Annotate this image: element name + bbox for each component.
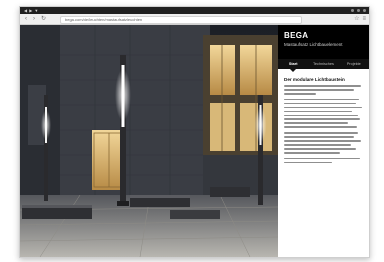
minimize-icon[interactable] bbox=[351, 9, 354, 12]
tab-start[interactable]: Start bbox=[278, 59, 308, 72]
back-icon[interactable]: ‹ bbox=[25, 15, 27, 23]
menu-icon[interactable]: ≡ bbox=[362, 15, 366, 23]
reload-icon[interactable]: ↻ bbox=[41, 15, 46, 23]
info-panel: BEGA Mastaufsatz Lichtbauelement Start T… bbox=[278, 25, 369, 257]
body-text bbox=[284, 85, 364, 164]
address-url: bega.com/de/leuchten/mastaufsatzleuchten bbox=[65, 17, 143, 22]
content-heading: Der modulare Lichtbaustein bbox=[284, 77, 345, 82]
panel-subtitle: Mastaufsatz Lichtbauelement bbox=[284, 42, 343, 47]
monitor-frame: ◀ ▶ ▼ ‹ › ↻ bega.com/de/leuchten/mastauf… bbox=[19, 6, 370, 258]
hero-photo bbox=[20, 25, 278, 257]
brand-logo[interactable]: BEGA bbox=[284, 31, 308, 40]
maximize-icon[interactable] bbox=[357, 9, 360, 12]
panel-content: Der modulare Lichtbaustein bbox=[284, 77, 364, 166]
panel-tabs: Start Technisches Projekte bbox=[278, 59, 369, 72]
address-bar[interactable]: bega.com/de/leuchten/mastaufsatzleuchten bbox=[60, 16, 302, 24]
window-controls[interactable]: ◀ ▶ ▼ bbox=[24, 8, 39, 13]
window-titlebar: ◀ ▶ ▼ bbox=[20, 7, 369, 14]
panel-header: BEGA Mastaufsatz Lichtbauelement bbox=[278, 25, 369, 59]
window-buttons[interactable] bbox=[351, 9, 366, 12]
browser-toolbar: ‹ › ↻ bega.com/de/leuchten/mastaufsatzle… bbox=[20, 14, 369, 25]
tab-projekte[interactable]: Projekte bbox=[339, 59, 369, 69]
browser-tools: ☆ ≡ bbox=[354, 15, 366, 23]
forward-icon[interactable]: › bbox=[33, 15, 35, 23]
star-icon[interactable]: ☆ bbox=[354, 15, 359, 23]
tab-technisches[interactable]: Technisches bbox=[308, 59, 338, 69]
web-page: BEGA Mastaufsatz Lichtbauelement Start T… bbox=[20, 25, 369, 257]
close-icon[interactable] bbox=[363, 9, 366, 12]
